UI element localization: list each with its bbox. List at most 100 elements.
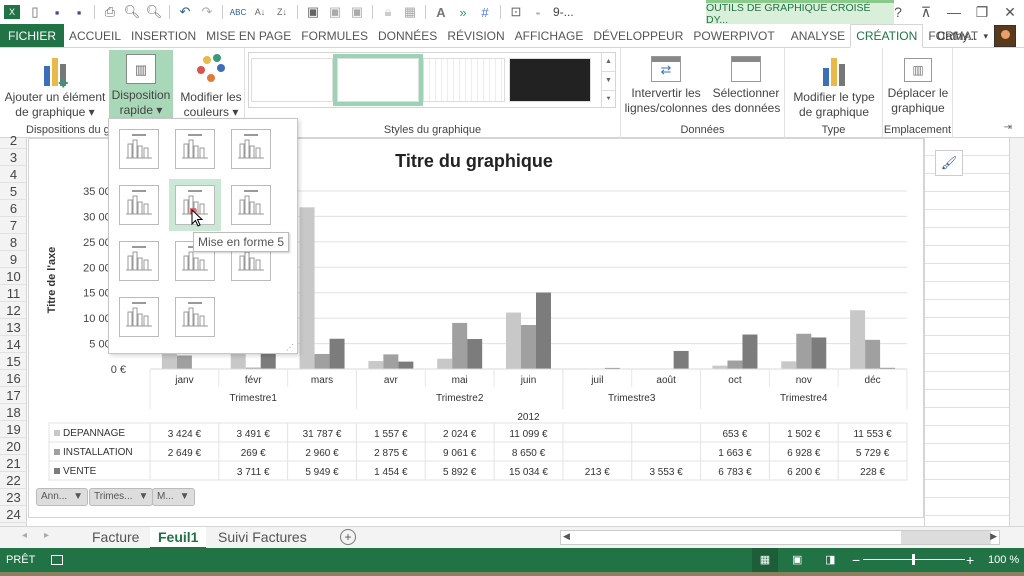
tab-revision[interactable]: RÉVISION	[442, 24, 509, 47]
pivot-field-month-button[interactable]: M... ▼	[152, 488, 195, 506]
view-page-break-icon[interactable]: ◨	[825, 548, 835, 572]
tab-donnees[interactable]: DONNÉES	[373, 24, 442, 47]
row-header[interactable]: 15	[0, 353, 27, 370]
change-colors-button[interactable]: Modifier les couleurs ▾	[178, 50, 244, 120]
spelling-icon[interactable]: ABC	[227, 1, 249, 23]
row-header[interactable]: 22	[0, 472, 27, 489]
row-header[interactable]: 3	[0, 149, 27, 166]
resize-grip-icon[interactable]: ⋰	[286, 343, 294, 352]
scroll-left-arrow-icon[interactable]: ◀	[563, 531, 570, 542]
row-header[interactable]: 10	[0, 268, 27, 285]
chart-style-2[interactable]	[333, 54, 423, 106]
tab-formules[interactable]: FORMULES	[296, 24, 373, 47]
pivot-field-year-button[interactable]: Ann... ▼	[36, 488, 89, 506]
row-header[interactable]: 5	[0, 183, 27, 200]
change-chart-type-button[interactable]: Modifier le type de graphique	[789, 50, 879, 120]
pin-ribbon-icon[interactable]: ⇥	[1004, 122, 1012, 133]
font-color-icon[interactable]: A	[430, 1, 452, 23]
quick-layout-option[interactable]	[119, 185, 159, 225]
row-header[interactable]: 11	[0, 285, 27, 302]
view-page-layout-icon[interactable]: ▣	[792, 548, 802, 572]
restore-button[interactable]: ❐	[968, 4, 996, 21]
quick-layout-option[interactable]	[175, 129, 215, 169]
save-as-icon[interactable]: ▪	[68, 1, 90, 23]
grid-icon[interactable]: #	[474, 1, 496, 23]
preview2-icon[interactable]: 🔍︎	[143, 1, 165, 23]
add-sheet-icon[interactable]: +	[340, 529, 356, 545]
arrow-icon[interactable]: »	[452, 1, 474, 23]
table-icon[interactable]: ▦	[399, 1, 421, 23]
row-header[interactable]: 8	[0, 234, 27, 251]
row-header[interactable]: 12	[0, 302, 27, 319]
tab-powerpivot[interactable]: POWERPIVOT	[688, 24, 779, 47]
customize-qat-icon[interactable]: ₌	[527, 1, 549, 23]
quick-layout-option[interactable]	[231, 185, 271, 225]
scroll-right-arrow-icon[interactable]: ▶	[990, 531, 997, 542]
row-header[interactable]: 4	[0, 166, 27, 183]
tab-accueil[interactable]: ACCUEIL	[64, 24, 126, 47]
form3-icon[interactable]: ▣	[346, 1, 368, 23]
row-header[interactable]: 2	[0, 132, 27, 149]
row-header[interactable]: 18	[0, 404, 27, 421]
row-header[interactable]: 17	[0, 387, 27, 404]
quick-layout-option[interactable]	[119, 129, 159, 169]
ribbon-display-button[interactable]: ⊼	[912, 4, 940, 21]
close-button[interactable]: ✕	[996, 4, 1024, 21]
preview-icon[interactable]: 🔍︎	[121, 1, 143, 23]
avatar[interactable]	[994, 25, 1016, 47]
chart-style-4[interactable]	[509, 58, 591, 102]
switch-row-column-button[interactable]: ⇄ Intervertir les lignes/colonnes	[625, 50, 707, 116]
gallery-more-icon[interactable]: ⯆	[602, 91, 615, 109]
chart-styles-button[interactable]: 🖌︎	[935, 150, 963, 176]
quick-layout-option[interactable]	[119, 241, 159, 281]
user-account[interactable]: Cathy... ▾	[937, 24, 1016, 48]
row-header[interactable]: 6	[0, 200, 27, 217]
row-header[interactable]: 21	[0, 455, 27, 472]
form2-icon[interactable]: ▣	[324, 1, 346, 23]
zoom-out-icon[interactable]: −	[852, 548, 860, 572]
row-header[interactable]: 24	[0, 506, 27, 523]
row-header[interactable]: 7	[0, 217, 27, 234]
horizontal-scrollbar[interactable]: ◀ ▶	[560, 530, 1000, 545]
tab-insertion[interactable]: INSERTION	[126, 24, 201, 47]
row-header[interactable]: 23	[0, 489, 27, 506]
tab-mise-en-page[interactable]: MISE EN PAGE	[201, 24, 296, 47]
row-header[interactable]: 9	[0, 251, 27, 268]
quick-layout-button[interactable]: ▥ Disposition rapide ▾	[109, 50, 173, 120]
sort-desc-icon[interactable]: Z↓	[271, 1, 293, 23]
gallery-down-icon[interactable]: ▼	[602, 72, 615, 91]
tab-analyse[interactable]: ANALYSE	[786, 24, 850, 47]
tab-creation[interactable]: CRÉATION	[850, 24, 924, 48]
save-icon[interactable]: ▪	[46, 1, 68, 23]
form-icon[interactable]: ▣	[302, 1, 324, 23]
sheet-tab-facture[interactable]: Facture	[84, 527, 147, 549]
sort-asc-icon[interactable]: A↓	[249, 1, 271, 23]
print-preview-icon[interactable]: ⎙	[99, 1, 121, 23]
help-button[interactable]: ?	[884, 4, 912, 20]
row-header[interactable]: 13	[0, 319, 27, 336]
zoom-in-icon[interactable]: +	[966, 548, 974, 572]
sheet-tab-feuil1[interactable]: Feuil1	[150, 527, 207, 549]
zoom-slider-thumb[interactable]	[912, 554, 915, 565]
chart-style-3[interactable]	[423, 58, 505, 102]
scroll-right-icon[interactable]: ▸	[44, 530, 49, 541]
scroll-left-icon[interactable]: ◂	[22, 530, 27, 541]
new-icon[interactable]: ▯	[24, 1, 46, 23]
view-normal-icon[interactable]: ▦	[752, 548, 778, 572]
row-header[interactable]: 20	[0, 438, 27, 455]
row-header[interactable]: 19	[0, 421, 27, 438]
tab-developpeur[interactable]: DÉVELOPPEUR	[588, 24, 688, 47]
row-header[interactable]: 14	[0, 336, 27, 353]
select-data-button[interactable]: Sélectionner des données	[711, 50, 781, 116]
gallery-up-icon[interactable]: ▲	[602, 53, 615, 72]
redo-icon[interactable]: ↷	[196, 1, 218, 23]
zoom-level[interactable]: 100 %	[988, 548, 1019, 572]
undo-icon[interactable]: ↶	[174, 1, 196, 23]
move-chart-button[interactable]: ▥ Déplacer le graphique	[885, 50, 951, 116]
sheet-tab-suivi-factures[interactable]: Suivi Factures	[210, 527, 315, 549]
quick-layout-option[interactable]	[119, 297, 159, 337]
macro-record-icon[interactable]	[51, 555, 64, 565]
tab-fichier[interactable]: FICHIER	[0, 24, 64, 47]
add-chart-element-button[interactable]: + Ajouter un élément de graphique ▾	[2, 50, 108, 120]
row-header[interactable]: 16	[0, 370, 27, 387]
